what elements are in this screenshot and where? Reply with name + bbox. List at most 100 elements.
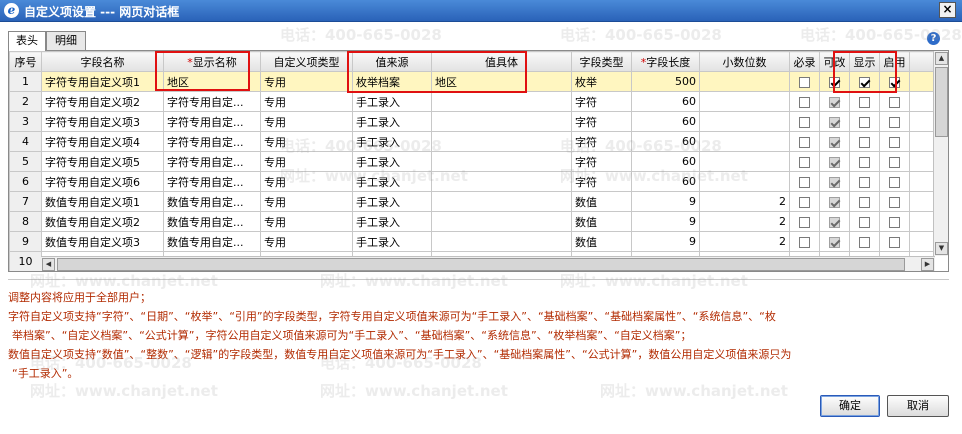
field-name-cell[interactable]: 字符专用自定义项5: [41, 151, 164, 172]
editable-checkbox-cell[interactable]: [819, 191, 850, 212]
table-row[interactable]: 5 字符专用自定义项5 字符专用自定... 专用 手工录入 字符 60: [9, 151, 948, 172]
field-type-cell[interactable]: 字符: [571, 111, 632, 132]
field-type-cell[interactable]: 数值: [571, 231, 632, 252]
field-name-cell[interactable]: 字符专用自定义项6: [41, 171, 164, 192]
enable-checkbox[interactable]: [889, 156, 900, 168]
required-checkbox-cell[interactable]: [789, 191, 820, 212]
horizontal-scrollbar[interactable]: ◀ ▶: [41, 256, 935, 271]
enable-checkbox[interactable]: [889, 136, 900, 148]
editable-checkbox[interactable]: [829, 236, 840, 248]
field-name-cell[interactable]: 字符专用自定义项4: [41, 131, 164, 152]
col-header-display-name[interactable]: *显示名称: [163, 51, 261, 72]
field-length-cell[interactable]: 9: [631, 211, 700, 232]
value-detail-cell[interactable]: [431, 191, 572, 212]
value-detail-cell[interactable]: [431, 151, 572, 172]
required-checkbox[interactable]: [799, 156, 810, 168]
value-source-cell[interactable]: 手工录入: [352, 91, 432, 112]
editable-checkbox-cell[interactable]: [819, 171, 850, 192]
table-row[interactable]: 2 字符专用自定义项2 字符专用自定... 专用 手工录入 字符 60: [9, 91, 948, 112]
col-header-field-type[interactable]: 字段类型: [571, 51, 632, 72]
editable-checkbox[interactable]: [829, 156, 840, 168]
editable-checkbox[interactable]: [829, 196, 840, 208]
row-number-cell[interactable]: 2: [9, 91, 42, 112]
cancel-button[interactable]: 取消: [887, 395, 949, 417]
show-checkbox[interactable]: [859, 76, 870, 88]
editable-checkbox[interactable]: [829, 96, 840, 108]
field-name-cell[interactable]: 数值专用自定义项3: [41, 231, 164, 252]
display-name-cell[interactable]: 数值专用自定...: [163, 191, 261, 212]
field-length-cell[interactable]: 500: [631, 71, 700, 92]
field-name-cell[interactable]: 数值专用自定义项1: [41, 191, 164, 212]
enable-checkbox[interactable]: [889, 96, 900, 108]
decimals-cell[interactable]: [699, 131, 790, 152]
col-header-no[interactable]: 序号: [9, 51, 42, 72]
row-number-cell[interactable]: 1: [9, 71, 42, 92]
show-checkbox-cell[interactable]: [849, 231, 880, 252]
enable-checkbox-cell[interactable]: [879, 131, 910, 152]
close-button[interactable]: ×: [939, 2, 956, 18]
show-checkbox-cell[interactable]: [849, 91, 880, 112]
field-type-cell[interactable]: 数值: [571, 191, 632, 212]
field-length-cell[interactable]: 60: [631, 91, 700, 112]
enable-checkbox[interactable]: [889, 76, 900, 88]
field-name-cell[interactable]: 数值专用自定义项2: [41, 211, 164, 232]
display-name-cell[interactable]: 字符专用自定...: [163, 91, 261, 112]
field-length-cell[interactable]: 60: [631, 111, 700, 132]
item-type-cell[interactable]: 专用: [260, 131, 353, 152]
value-detail-cell[interactable]: [431, 171, 572, 192]
enable-checkbox[interactable]: [889, 196, 900, 208]
display-name-cell[interactable]: 字符专用自定...: [163, 111, 261, 132]
col-header-value-detail[interactable]: 值具体: [431, 51, 572, 72]
editable-checkbox-cell[interactable]: [819, 71, 850, 92]
decimals-cell[interactable]: [699, 71, 790, 92]
decimals-cell[interactable]: 2: [699, 211, 790, 232]
field-length-cell[interactable]: 60: [631, 131, 700, 152]
enable-checkbox[interactable]: [889, 116, 900, 128]
item-type-cell[interactable]: 专用: [260, 191, 353, 212]
field-type-cell[interactable]: 字符: [571, 171, 632, 192]
show-checkbox[interactable]: [859, 216, 870, 228]
value-detail-cell[interactable]: [431, 131, 572, 152]
col-header-field-name[interactable]: 字段名称: [41, 51, 164, 72]
value-detail-cell[interactable]: [431, 231, 572, 252]
row-number-cell[interactable]: 8: [9, 211, 42, 232]
editable-checkbox-cell[interactable]: [819, 91, 850, 112]
col-header-show[interactable]: 显示: [849, 51, 880, 72]
required-checkbox[interactable]: [799, 76, 810, 88]
row-number-cell[interactable]: 5: [9, 151, 42, 172]
enable-checkbox[interactable]: [889, 176, 900, 188]
required-checkbox-cell[interactable]: [789, 211, 820, 232]
enable-checkbox[interactable]: [889, 216, 900, 228]
value-source-cell[interactable]: 手工录入: [352, 211, 432, 232]
vertical-scroll-thumb[interactable]: [935, 67, 948, 137]
required-checkbox[interactable]: [799, 236, 810, 248]
col-header-editable[interactable]: 可改: [819, 51, 850, 72]
field-name-cell[interactable]: 字符专用自定义项2: [41, 91, 164, 112]
editable-checkbox-cell[interactable]: [819, 231, 850, 252]
display-name-cell[interactable]: 数值专用自定...: [163, 211, 261, 232]
show-checkbox-cell[interactable]: [849, 191, 880, 212]
required-checkbox-cell[interactable]: [789, 111, 820, 132]
horizontal-scroll-thumb[interactable]: [57, 258, 905, 271]
value-source-cell[interactable]: 手工录入: [352, 231, 432, 252]
field-name-cell[interactable]: 字符专用自定义项3: [41, 111, 164, 132]
row-number-cell[interactable]: 3: [9, 111, 42, 132]
display-name-cell[interactable]: 地区: [163, 71, 261, 92]
required-checkbox-cell[interactable]: [789, 71, 820, 92]
value-detail-cell[interactable]: [431, 111, 572, 132]
editable-checkbox[interactable]: [829, 76, 840, 88]
table-row[interactable]: 9 数值专用自定义项3 数值专用自定... 专用 手工录入 数值 9 2: [9, 231, 948, 252]
field-type-cell[interactable]: 数值: [571, 211, 632, 232]
required-checkbox[interactable]: [799, 176, 810, 188]
editable-checkbox[interactable]: [829, 216, 840, 228]
enable-checkbox-cell[interactable]: [879, 211, 910, 232]
enable-checkbox-cell[interactable]: [879, 111, 910, 132]
value-source-cell[interactable]: 手工录入: [352, 171, 432, 192]
show-checkbox-cell[interactable]: [849, 131, 880, 152]
required-checkbox[interactable]: [799, 116, 810, 128]
show-checkbox[interactable]: [859, 176, 870, 188]
value-source-cell[interactable]: 手工录入: [352, 111, 432, 132]
row-number-cell[interactable]: 10: [9, 251, 42, 271]
value-detail-cell[interactable]: 地区: [431, 71, 572, 92]
required-checkbox[interactable]: [799, 196, 810, 208]
